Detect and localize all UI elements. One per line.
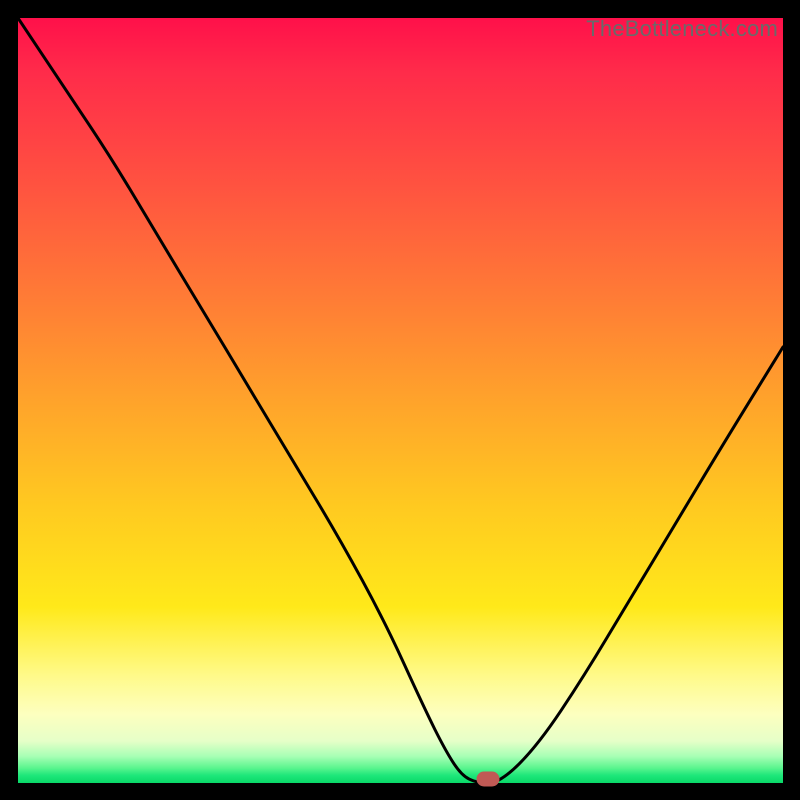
watermark-text: TheBottleneck.com bbox=[586, 16, 778, 42]
bottleneck-curve bbox=[18, 18, 783, 783]
optimal-marker bbox=[477, 772, 500, 787]
plot-area: TheBottleneck.com bbox=[18, 18, 783, 783]
chart-container: TheBottleneck.com bbox=[0, 0, 800, 800]
